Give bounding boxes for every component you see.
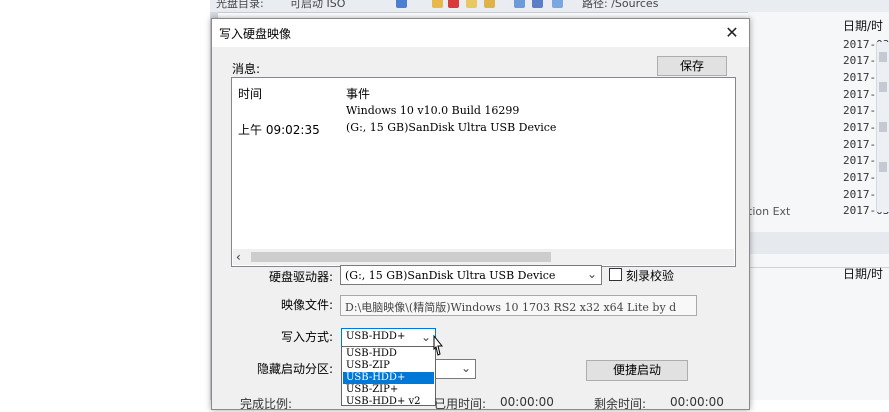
log-event: (G:, 15 GB)SanDisk Ultra USB Device (346, 121, 557, 134)
toolbar-gear2-icon[interactable] (532, 0, 543, 8)
toolbar-open-icon[interactable] (484, 0, 495, 8)
elapsed-value: 00:00:00 (500, 395, 554, 409)
hidden-partition-label: 隐藏启动分区: (257, 362, 334, 376)
dropdown-option-selected[interactable]: USB-HDD+ (343, 372, 434, 384)
toolbar-mid-text: 可启动 ISO (290, 0, 346, 10)
dialog-title: 写入硬盘映像 (219, 27, 292, 41)
background-ghost-text: tion Ext (748, 205, 791, 218)
elapsed-label: 已用时间: (434, 397, 487, 411)
log-col-event: 事件 (346, 87, 371, 101)
dialog-titlebar[interactable]: 写入硬盘映像 ✕ (212, 19, 749, 47)
write-mode-select[interactable]: USB-HDD+ ⌄ (341, 328, 436, 347)
message-log[interactable]: 时间 事件 Windows 10 v10.0 Build 16299 上午 09… (231, 77, 736, 267)
dropdown-option[interactable]: USB-HDD+ v2 (343, 396, 434, 408)
drive-label: 硬盘驱动器: (269, 270, 334, 284)
log-time: 上午 09:02:35 (238, 123, 320, 137)
dropdown-option[interactable]: USB-ZIP (343, 360, 434, 372)
dropdown-arrow-icon: ⌄ (586, 267, 597, 281)
toolbar-edit-icon[interactable] (432, 0, 443, 8)
log-hscrollbar[interactable]: ‹ (233, 249, 734, 265)
log-col-time: 时间 (238, 87, 263, 101)
file-list-hscroll[interactable] (748, 232, 889, 254)
drive-select[interactable]: (G:, 15 GB)SanDisk Ultra USB Device ⌄ (340, 265, 602, 285)
messages-label: 消息: (232, 62, 261, 76)
image-file-label: 映像文件: (281, 298, 334, 312)
progress-label: 完成比例: (240, 397, 293, 411)
file-list-scrollbar[interactable] (876, 42, 889, 212)
remaining-label: 剩余时间: (594, 397, 647, 411)
dropdown-option[interactable]: USB-ZIP+ (343, 384, 434, 396)
column-header-date[interactable]: 日期/时 (843, 17, 883, 34)
toolbar-left-text: 光盘目录: (216, 0, 264, 10)
toolbar-save-icon[interactable] (396, 0, 407, 8)
column-header-date-2[interactable]: 日期/时 (843, 265, 883, 282)
hidden-partition-select[interactable]: ⌄ (436, 359, 476, 379)
scroll-thumb[interactable] (251, 252, 551, 262)
verify-label: 刻录校验 (626, 269, 675, 283)
background-left-pane (0, 0, 210, 400)
mouse-cursor-icon (433, 335, 444, 356)
toolbar-help-icon[interactable] (552, 0, 563, 8)
write-disk-image-dialog: 写入硬盘映像 ✕ 消息: 保存 时间 事件 Windows 10 v10.0 B… (211, 18, 750, 411)
image-file-field[interactable]: D:\电脑映像\(精简版)Windows 10 1703 RS2 x32 x64… (340, 295, 697, 316)
remaining-value: 00:00:00 (670, 395, 724, 409)
toolbar-folder-icon[interactable] (466, 0, 477, 8)
log-event: Windows 10 v10.0 Build 16299 (346, 104, 520, 117)
verify-checkbox[interactable] (609, 268, 622, 281)
dropdown-arrow-icon: ⌄ (420, 330, 431, 344)
toolbar-delete-icon[interactable] (448, 0, 459, 8)
close-icon[interactable]: ✕ (721, 22, 743, 44)
save-button[interactable]: 保存 (657, 56, 727, 76)
toolbar-gear-icon[interactable] (514, 0, 525, 8)
toolbar-path-text: 路径: /Sources (582, 0, 659, 10)
dropdown-arrow-icon: ⌄ (460, 361, 471, 375)
dropdown-option[interactable]: USB-HDD (343, 348, 434, 360)
quick-boot-button[interactable]: 便捷启动 (586, 360, 688, 381)
write-mode-label: 写入方式: (281, 330, 334, 344)
write-mode-dropdown-list[interactable]: USB-HDD USB-ZIP USB-HDD+ USB-ZIP+ USB-HD… (341, 346, 436, 408)
scroll-left-icon[interactable]: ‹ (236, 249, 241, 265)
